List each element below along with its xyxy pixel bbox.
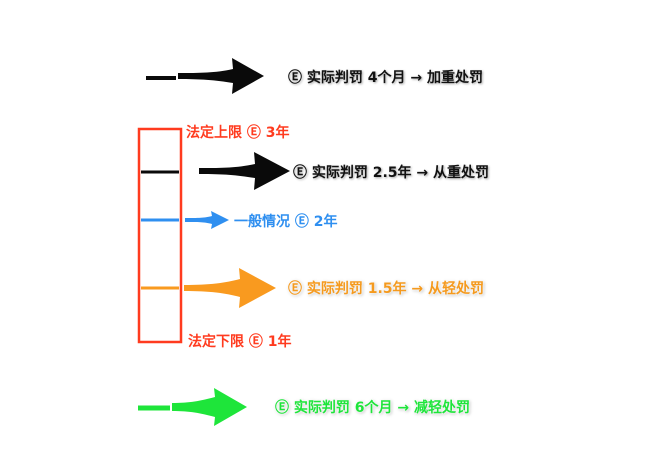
top-case-label: Ⓔ 实际判罚 4个月 → 加重处罚 <box>288 70 483 86</box>
lighter-case-label: Ⓔ 实际判罚 1.5年 → 从轻处罚 <box>288 281 485 297</box>
lower-limit-label: 法定下限 Ⓔ 1年 <box>188 334 292 350</box>
general-arrow-icon <box>185 211 229 229</box>
general-case-label: 一般情况 Ⓔ 2年 <box>234 214 338 230</box>
reduced-case-label: Ⓔ 实际判罚 6个月 → 减轻处罚 <box>275 400 470 416</box>
top-arrow-icon <box>178 58 264 94</box>
upper-limit-label: 法定上限 Ⓔ 3年 <box>186 125 290 141</box>
lighter-arrow-icon <box>184 268 276 308</box>
reduced-arrow-icon <box>172 388 247 426</box>
legal-range-box <box>137 127 183 344</box>
heavier-case-label: Ⓔ 实际判罚 2.5年 → 从重处罚 <box>293 165 490 181</box>
heavier-arrow-icon <box>199 152 290 190</box>
